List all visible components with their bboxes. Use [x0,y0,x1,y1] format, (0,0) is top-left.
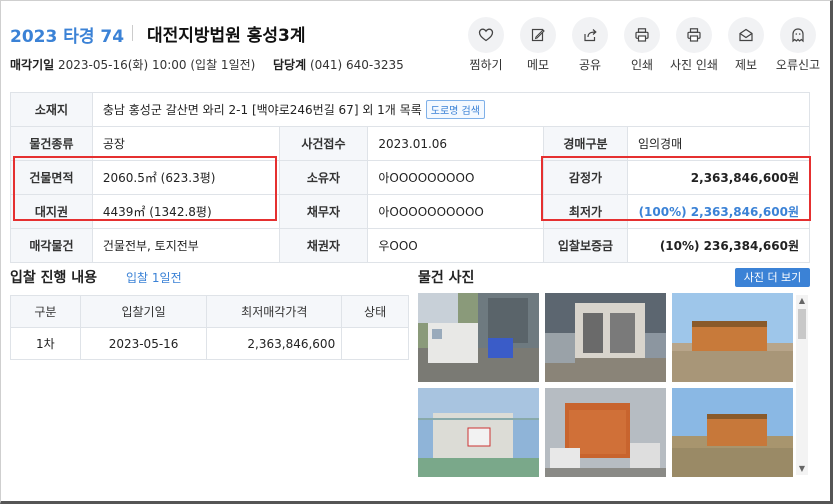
location-cell: 충남 홍성군 갈산면 와리 2-1 [백야로246번길 67] 외 1개 목록 도… [91,92,811,127]
location-label: 소재지 [10,92,93,127]
report-button[interactable]: 제보 [720,17,772,73]
bid-round: 1차 [10,327,81,360]
table-row: 물건종류 공장 사건접수 2023.01.06 경매구분 임의경매 [10,126,811,161]
deposit-label: 입찰보증금 [543,228,628,263]
deposit-value: (10%) 236,384,660원 [626,228,811,263]
location-value: 충남 홍성군 갈산면 와리 2-1 [백야로246번길 67] 외 1개 목록 [102,103,422,117]
dept-value: (041) 640-3235 [309,58,404,72]
report-label: 제보 [734,58,758,72]
share-icon [572,17,608,53]
appraisal-value: 2,363,846,600원 [626,160,811,195]
sale-items-label: 매각물건 [10,228,93,263]
action-toolbar: 찜하기 메모 공유 인쇄 사진 인쇄 제보 오류신고 [460,17,824,73]
appraisal-label: 감정가 [543,160,628,195]
bid-table: 구분 입찰기일 최저매각가격 상태 1차 2023-05-16 2,363,84… [10,295,409,360]
table-row: 소재지 충남 홍성군 갈산면 와리 2-1 [백야로246번길 67] 외 1개… [10,92,811,127]
print-label: 인쇄 [630,58,654,72]
bid-status [341,327,409,360]
photo-section-title: 물건 사진 [418,270,475,286]
column-header: 구분 [10,295,81,328]
bid-date: 2023-05-16 [79,327,208,360]
building-area-value: 2060.5㎡ (623.3평) [91,160,280,195]
more-photos-button[interactable]: 사진 더 보기 [735,268,810,287]
scrollbar-thumb[interactable] [798,309,806,339]
creditor-value: 우OOO [367,228,545,263]
debtor-label: 채무자 [278,194,369,229]
favorite-label: 찜하기 [469,58,503,72]
min-price-value: (100%) 2,363,846,600원 [626,194,811,229]
received-value: 2023.01.06 [367,126,545,161]
debtor-value: 아OOOOOOOOOO [367,194,545,229]
bid-days-link[interactable]: 입찰 1일전 [126,269,182,286]
property-photo[interactable] [418,388,539,477]
photo-scrollbar[interactable]: ▲ ▼ [796,295,808,475]
error-report-button[interactable]: 오류신고 [772,17,824,73]
dept-label: 담당계 [272,58,307,72]
creditor-label: 채권자 [278,228,369,263]
share-button[interactable]: 공유 [564,17,616,73]
mail-icon [728,17,764,53]
scroll-up-icon[interactable]: ▲ [796,295,808,307]
photo-print-icon [676,17,712,53]
photo-print-button[interactable]: 사진 인쇄 [668,17,720,73]
building-area-label: 건물면적 [10,160,93,195]
bid-section-title: 입찰 진행 내용 [10,270,98,286]
header-divider [132,25,133,41]
sale-info-line: 매각기일 2023-05-16(화) 10:00 (입찰 1일전) 담당계 (0… [10,56,404,73]
received-label: 사건접수 [278,126,369,161]
table-header-row: 구분 입찰기일 최저매각가격 상태 [10,295,409,328]
heart-icon [468,17,504,53]
case-info-table: 소재지 충남 홍성군 갈산면 와리 2-1 [백야로246번길 67] 외 1개… [10,92,811,263]
favorite-button[interactable]: 찜하기 [460,17,512,73]
min-price-label: 최저가 [543,194,628,229]
property-photo[interactable] [672,293,793,382]
sale-date-label: 매각기일 [10,58,55,72]
table-row: 건물면적 2060.5㎡ (623.3평) 소유자 아OOOOOOOOO 감정가… [10,160,811,195]
bid-min-price: 2,363,846,600 [206,327,343,360]
memo-icon [520,17,556,53]
road-search-button[interactable]: 도로명 검색 [425,100,485,119]
print-icon [624,17,660,53]
print-button[interactable]: 인쇄 [616,17,668,73]
table-row: 매각물건 건물전부, 토지전부 채권자 우OOO 입찰보증금 (10%) 236… [10,228,811,263]
column-header: 최저매각가격 [206,295,343,328]
error-report-label: 오류신고 [775,58,821,72]
memo-label: 메모 [526,58,550,72]
owner-value: 아OOOOOOOOO [367,160,545,195]
column-header: 입찰기일 [79,295,208,328]
land-label: 대지권 [10,194,93,229]
type-label: 물건종류 [10,126,93,161]
land-value: 4439㎡ (1342.8평) [91,194,280,229]
sale-date-value: 2023-05-16(화) 10:00 (입찰 1일전) [58,58,256,72]
property-photo[interactable] [418,293,539,382]
ghost-icon [780,17,816,53]
property-photo[interactable] [545,293,666,382]
case-number: 2023 타경 74 [10,27,125,47]
photo-print-label: 사진 인쇄 [670,58,718,72]
share-label: 공유 [578,58,602,72]
type-value: 공장 [91,126,280,161]
property-photo[interactable] [672,388,793,477]
scroll-down-icon[interactable]: ▼ [796,463,808,475]
court-name: 대전지방법원 홍성3계 [147,26,306,46]
sale-items-value: 건물전부, 토지전부 [91,228,280,263]
auction-type-value: 임의경매 [626,126,811,161]
memo-button[interactable]: 메모 [512,17,564,73]
owner-label: 소유자 [278,160,369,195]
table-row: 대지권 4439㎡ (1342.8평) 채무자 아OOOOOOOOOO 최저가 … [10,194,811,229]
column-header: 상태 [341,295,409,328]
auction-type-label: 경매구분 [543,126,628,161]
table-row: 1차 2023-05-16 2,363,846,600 [10,327,409,360]
property-photo[interactable] [545,388,666,477]
